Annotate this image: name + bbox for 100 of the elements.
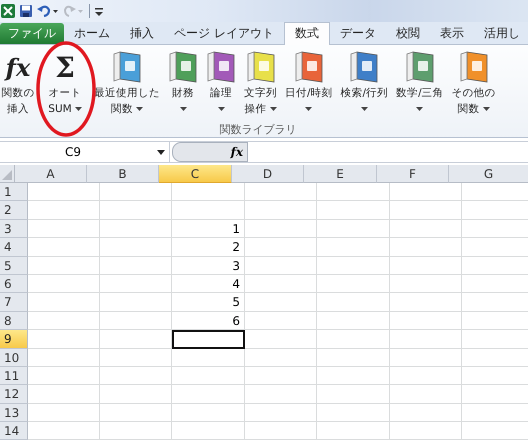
- table-cell: [28, 385, 100, 404]
- row-header[interactable]: 4: [0, 238, 28, 257]
- row-header[interactable]: 12: [0, 385, 28, 404]
- table-cell: [390, 385, 462, 404]
- table-cell: [390, 293, 462, 312]
- table-cell: [100, 256, 172, 275]
- table-cell: 4: [172, 274, 245, 294]
- table-cell: [28, 238, 100, 257]
- table-cell: 1: [172, 220, 245, 238]
- table-cell: [100, 293, 172, 312]
- undo-icon[interactable]: [37, 4, 59, 18]
- ribbon-tab[interactable]: 校閲: [386, 23, 430, 44]
- active-cell[interactable]: [172, 330, 245, 349]
- row-header[interactable]: 6: [0, 274, 28, 294]
- table-cell: 3: [172, 256, 245, 275]
- ribbon-tab[interactable]: データ: [330, 23, 386, 44]
- table-cell: [245, 256, 317, 275]
- row-header[interactable]: 11: [0, 366, 28, 386]
- table-cell: [100, 238, 172, 257]
- ribbon-button[interactable]: 検索/行列: [336, 49, 392, 120]
- table-cell: [245, 348, 317, 367]
- table-cell: [100, 183, 172, 202]
- ribbon-button[interactable]: 文字列 操作: [240, 49, 281, 120]
- table-cell: [245, 385, 317, 404]
- ribbon-button[interactable]: 財務: [164, 49, 202, 120]
- dropdown-icon: [157, 150, 165, 154]
- table-cell: [28, 256, 100, 275]
- row-header[interactable]: 10: [0, 348, 28, 367]
- column-header[interactable]: G: [449, 165, 528, 183]
- row-header[interactable]: 8: [0, 312, 28, 330]
- row-header[interactable]: 3: [0, 220, 28, 238]
- table-cell: [100, 312, 172, 330]
- ribbon-tab[interactable]: ホーム: [64, 23, 120, 44]
- ribbon-button[interactable]: 論理: [202, 49, 240, 120]
- column-header[interactable]: F: [377, 165, 449, 183]
- ribbon-button[interactable]: その他の 関数: [448, 49, 500, 120]
- ribbon-tab[interactable]: ページ レイアウト: [164, 23, 284, 44]
- table-cell: [390, 201, 462, 220]
- ribbon-tab[interactable]: 数式: [284, 22, 330, 45]
- table-cell: [100, 366, 172, 386]
- column-header[interactable]: A: [15, 165, 87, 183]
- table-cell: [245, 220, 317, 238]
- row-header[interactable]: 14: [0, 422, 28, 440]
- table-cell: [28, 312, 100, 330]
- table-cell: [28, 183, 100, 202]
- excel-logo-icon: [1, 4, 15, 18]
- table-cell: [390, 220, 462, 238]
- table-cell: [28, 201, 100, 220]
- row-header[interactable]: 2: [0, 201, 28, 220]
- row-header[interactable]: 1: [0, 183, 28, 202]
- table-cell: [390, 274, 462, 294]
- table-cell: 2: [172, 238, 245, 257]
- insert-function-button[interactable]: fx: [230, 145, 247, 159]
- column-header[interactable]: B: [87, 165, 159, 183]
- table-cell: [390, 312, 462, 330]
- save-icon[interactable]: [19, 4, 33, 18]
- table-cell: 6: [172, 312, 245, 330]
- ribbon-button[interactable]: 数学/三角: [392, 49, 448, 120]
- table-cell: [390, 183, 462, 202]
- table-cell: [28, 274, 100, 294]
- table-cell: [28, 404, 100, 422]
- corner-triangle-icon: [2, 170, 12, 180]
- table-cell: [100, 348, 172, 367]
- ribbon-button[interactable]: 日付/時刻: [281, 49, 337, 120]
- table-cell: [28, 220, 100, 238]
- table-cell: [100, 385, 172, 404]
- table-cell: [245, 404, 317, 422]
- table-cell: [245, 293, 317, 312]
- row-header[interactable]: 5: [0, 256, 28, 275]
- column-header[interactable]: D: [232, 165, 304, 183]
- column-header[interactable]: E: [304, 165, 377, 183]
- row-header[interactable]: 13: [0, 404, 28, 422]
- row-header[interactable]: 9: [0, 330, 28, 349]
- table-cell: [245, 238, 317, 257]
- table-cell: [100, 422, 172, 440]
- row-header[interactable]: 7: [0, 293, 28, 312]
- table-cell: [390, 366, 462, 386]
- table-cell: [390, 422, 462, 440]
- table-cell: [100, 220, 172, 238]
- ribbon-tab[interactable]: 活用し: [474, 23, 528, 44]
- table-cell: [390, 348, 462, 367]
- table-cell: [390, 404, 462, 422]
- table-cell: [245, 366, 317, 386]
- table-cell: [245, 274, 317, 294]
- name-box[interactable]: C9: [0, 142, 170, 162]
- table-cell: [28, 293, 100, 312]
- ribbon-tab[interactable]: 表示: [430, 23, 474, 44]
- function-icon: fx: [6, 52, 30, 82]
- table-cell: [390, 256, 462, 275]
- ribbon-tab[interactable]: 挿入: [120, 23, 164, 44]
- table-cell: [390, 330, 462, 349]
- ribbon-button[interactable]: fx 関数の 挿入: [1, 49, 35, 120]
- table-cell: [245, 422, 317, 440]
- table-cell: 5: [172, 293, 245, 312]
- table-cell: [100, 274, 172, 294]
- ribbon-tab[interactable]: ファイル: [0, 23, 64, 44]
- table-cell: [28, 348, 100, 367]
- table-cell: [28, 366, 100, 386]
- table-cell: [100, 201, 172, 220]
- column-header[interactable]: C: [159, 165, 232, 183]
